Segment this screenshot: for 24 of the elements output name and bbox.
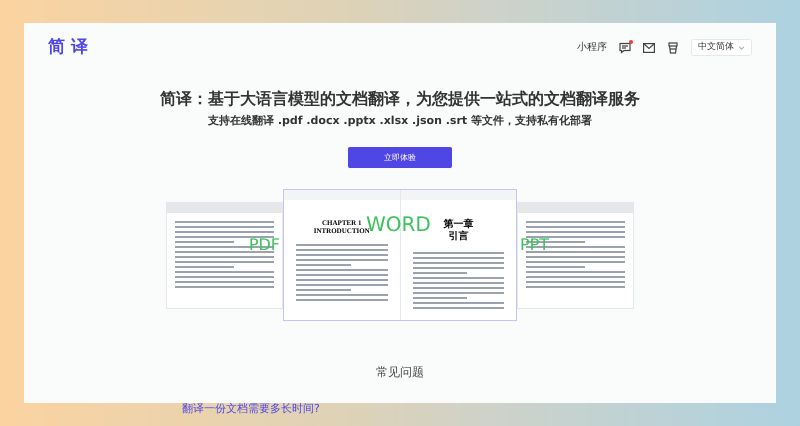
- chevron-down-icon: [738, 46, 745, 50]
- text-line: [296, 289, 351, 291]
- text-line: [526, 266, 586, 268]
- logo: 简 译: [48, 36, 88, 59]
- language-select[interactable]: 中文简体: [691, 39, 752, 56]
- hero-title: 简译：基于大语言模型的文档翻译，为您提供一站式的文档翻译服务: [160, 88, 640, 108]
- tools-link[interactable]: 小程序: [577, 40, 607, 56]
- faq-question-link[interactable]: 翻译一份文档需要多长时间?: [182, 401, 618, 418]
- mail-icon[interactable]: [643, 42, 655, 53]
- format-label: PPT: [520, 236, 550, 252]
- chapter-heading: 引言: [448, 232, 468, 242]
- text-line: [412, 272, 468, 274]
- text-line: [296, 264, 351, 266]
- try-now-button[interactable]: 立即体验: [348, 147, 452, 168]
- text-line: [526, 240, 586, 242]
- cup-icon[interactable]: [667, 42, 679, 54]
- text-line: [175, 240, 234, 242]
- message-icon[interactable]: [619, 42, 631, 54]
- format-label: PDF: [248, 236, 280, 252]
- hero-subtitle: 支持在线翻译 .pdf .docx .pptx .xlsx .json .srt 等文件，支持私有化部署: [208, 112, 592, 128]
- faq-title: 常见问题: [375, 364, 425, 381]
- text-line: [412, 297, 468, 299]
- text-line: [175, 266, 234, 268]
- chapter-heading: 第一章: [443, 220, 474, 230]
